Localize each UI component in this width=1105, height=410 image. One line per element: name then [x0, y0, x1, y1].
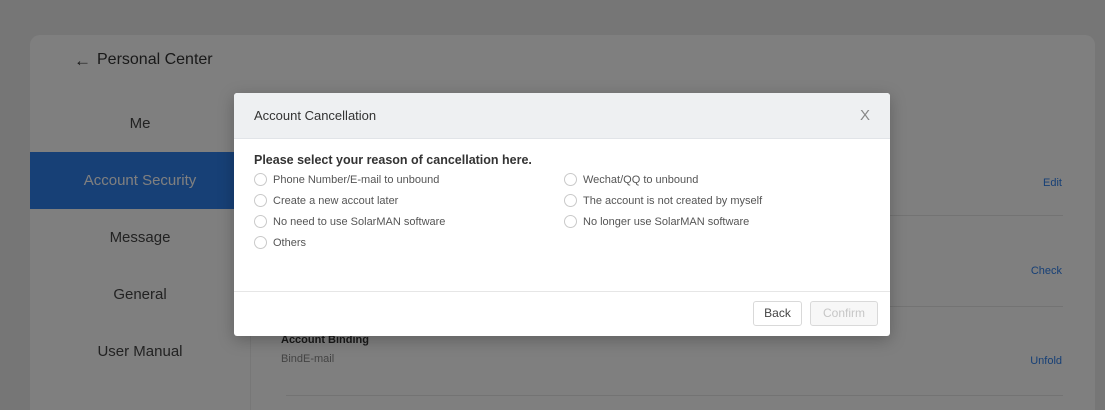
reason-option-phone-email-unbound[interactable]: Phone Number/E-mail to unbound	[254, 173, 439, 186]
dialog-footer: Back Confirm	[234, 291, 890, 336]
reason-label: Others	[273, 236, 307, 249]
dialog-header: Account Cancellation X	[234, 93, 890, 139]
radio-icon[interactable]	[254, 173, 267, 186]
reason-option-not-created-by-me[interactable]: The account is not created by myself	[564, 194, 762, 207]
radio-icon[interactable]	[254, 236, 267, 249]
reason-option-no-need-software[interactable]: No need to use SolarMAN software	[254, 215, 445, 228]
confirm-button[interactable]: Confirm	[810, 301, 878, 326]
reason-label: Wechat/QQ to unbound	[583, 173, 699, 186]
reason-option-create-new-account[interactable]: Create a new accout later	[254, 194, 398, 207]
dialog-body: Please select your reason of cancellatio…	[234, 139, 890, 283]
cancellation-prompt: Please select your reason of cancellatio…	[254, 153, 532, 167]
account-cancellation-dialog: Account Cancellation X Please select you…	[234, 93, 890, 336]
radio-icon[interactable]	[564, 173, 577, 186]
reason-options: Phone Number/E-mail to unbound Wechat/QQ…	[254, 173, 870, 263]
reason-option-others[interactable]: Others	[254, 236, 306, 249]
radio-icon[interactable]	[564, 194, 577, 207]
reason-option-wechat-qq-unbound[interactable]: Wechat/QQ to unbound	[564, 173, 698, 186]
close-icon[interactable]: X	[860, 107, 870, 124]
reason-label: Create a new accout later	[273, 194, 399, 207]
radio-icon[interactable]	[254, 194, 267, 207]
back-button[interactable]: Back	[753, 301, 802, 326]
radio-icon[interactable]	[564, 215, 577, 228]
radio-icon[interactable]	[254, 215, 267, 228]
reason-label: No longer use SolarMAN software	[583, 215, 750, 228]
reason-option-no-longer-use[interactable]: No longer use SolarMAN software	[564, 215, 749, 228]
reason-label: No need to use SolarMAN software	[273, 215, 446, 228]
reason-label: Phone Number/E-mail to unbound	[273, 173, 440, 186]
reason-label: The account is not created by myself	[583, 194, 763, 207]
dialog-title: Account Cancellation	[254, 108, 377, 123]
